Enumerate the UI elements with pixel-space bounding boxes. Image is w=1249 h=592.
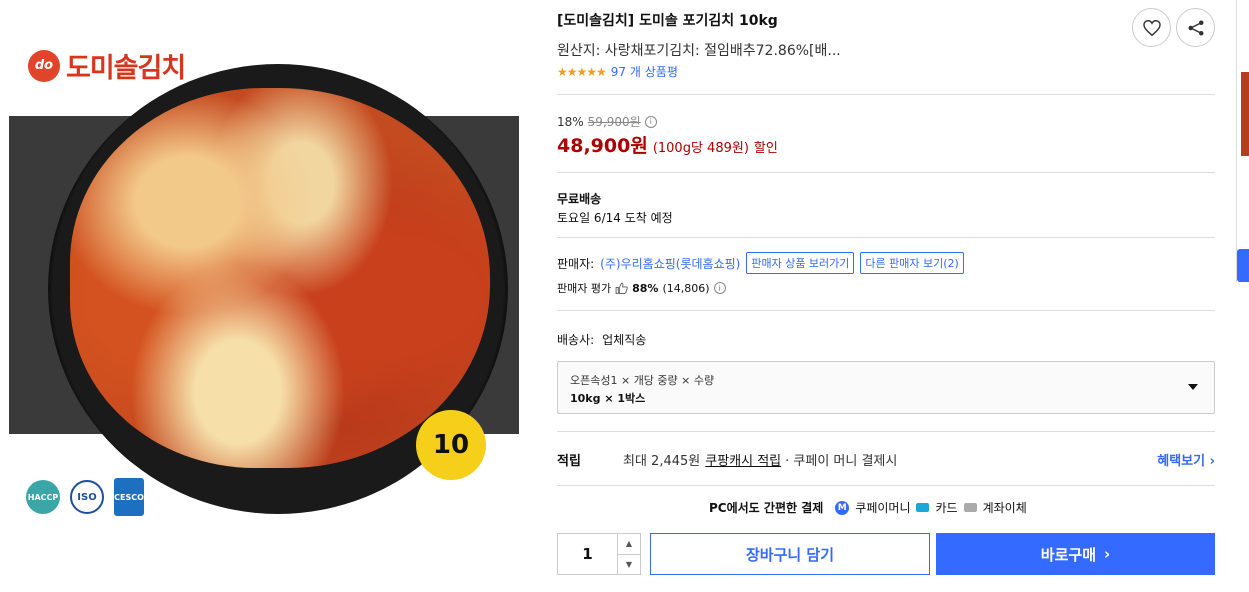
discount-row: 18% 59,900원 i <box>557 113 657 130</box>
certification-logos: HACCP ISO CESCO <box>26 478 144 516</box>
card-icon <box>916 503 930 512</box>
points-amount: 최대 2,445원 <box>623 454 701 469</box>
seller-row: 판매자: (주)우리홈쇼핑(롯데홈쇼핑) 판매자 상품 보러가기 다른 판매자 … <box>557 252 964 274</box>
delivery-date: 토요일 6/14 도착 예정 <box>557 211 673 225</box>
discount-label: 할인 <box>753 141 778 156</box>
cesco-cert-icon: CESCO <box>114 478 144 516</box>
option-label: 오픈속성1 × 개당 중량 × 수량 <box>570 374 715 387</box>
haccp-cert-icon: HACCP <box>26 480 60 514</box>
product-rating: ★★★★★ 97 개 상품평 <box>557 63 678 80</box>
view-seller-products-button[interactable]: 판매자 상품 보러가기 <box>746 252 855 274</box>
divider <box>557 310 1215 311</box>
size-badge: 10 <box>416 410 486 480</box>
option-value: 10kg × 1박스 <box>570 392 646 405</box>
carrier-label: 배송사: <box>557 333 595 347</box>
quantity-arrows: ▲ ▼ <box>618 534 640 574</box>
carrier-value: 업체직송 <box>602 333 647 347</box>
coupay-money-icon: M <box>835 500 850 515</box>
shipping-label: 무료배송 <box>557 192 602 206</box>
points-title: 적립 <box>557 454 581 469</box>
payment-title: PC에서도 간편한 결제 <box>709 501 824 515</box>
unit-price: (100g당 489원) <box>652 141 749 156</box>
info-icon[interactable]: i <box>713 282 726 294</box>
decrement-button[interactable]: ▼ <box>618 555 640 575</box>
thumbs-up-icon <box>615 282 628 294</box>
points-suffix: · 쿠페이 머니 결제시 <box>785 454 898 469</box>
side-panel <box>1236 0 1249 282</box>
brand-logo-name: 도미솔김치 <box>66 53 186 84</box>
quantity-input[interactable]: 1 <box>558 534 618 574</box>
quantity-stepper[interactable]: 1 ▲ ▼ <box>557 533 641 575</box>
points-row: 적립 최대 2,445원 쿠팡캐시 적립 · 쿠페이 머니 결제시 혜택보기 › <box>557 450 1215 469</box>
heart-icon <box>1142 19 1161 36</box>
coupang-cash-link[interactable]: 쿠팡캐시 적립 <box>705 450 781 469</box>
chevron-down-icon <box>1188 384 1198 390</box>
divider <box>557 431 1215 432</box>
seller-rating-label: 판매자 평가 <box>557 282 612 295</box>
review-count-link[interactable]: 97 개 상품평 <box>611 63 678 80</box>
side-panel-button[interactable] <box>1237 249 1249 282</box>
product-origin: 원산지: 사랑채포기김치: 절임배추72.86%[배... <box>557 43 841 59</box>
star-rating-icon: ★★★★★ <box>557 64 607 79</box>
brand-logo-mark: do <box>28 49 60 82</box>
product-title: [도미솔김치] 도미솔 포기김치 10kg <box>557 13 778 29</box>
other-sellers-button[interactable]: 다른 판매자 보기(2) <box>860 252 964 274</box>
payment-method-coupay: 쿠페이머니 <box>855 501 911 515</box>
share-icon <box>1188 20 1203 35</box>
info-icon[interactable]: i <box>644 115 657 128</box>
divider <box>557 485 1215 486</box>
wishlist-button[interactable] <box>1132 8 1171 47</box>
seller-rating-count: (14,806) <box>662 281 710 295</box>
kimchi-photo <box>70 88 490 468</box>
payment-methods: PC에서도 간편한 결제 M 쿠페이머니 카드 계좌이체 <box>709 499 1027 516</box>
buy-now-button[interactable]: 바로구매 › <box>936 533 1215 575</box>
carrier-row: 배송사: 업체직송 <box>557 331 646 348</box>
option-select[interactable]: 오픈속성1 × 개당 중량 × 수량 10kg × 1박스 <box>557 361 1215 414</box>
side-thumbnail[interactable] <box>1241 72 1249 156</box>
iso-cert-icon: ISO <box>70 480 104 514</box>
discount-rate: 18% <box>557 114 584 129</box>
original-price: 59,900원 <box>587 115 641 129</box>
view-benefits-link[interactable]: 혜택보기 › <box>1157 450 1215 469</box>
product-image[interactable]: do 도미솔김치 10 HACCP ISO CESCO <box>0 0 540 592</box>
seller-label: 판매자: <box>557 256 595 271</box>
seller-name-link[interactable]: (주)우리홈쇼핑(롯데홈쇼핑) <box>600 255 740 272</box>
divider <box>557 94 1215 95</box>
brand-logo: do 도미솔김치 <box>28 46 186 85</box>
bank-transfer-icon <box>963 503 977 512</box>
add-to-cart-button[interactable]: 장바구니 담기 <box>650 533 930 575</box>
payment-method-card: 카드 <box>935 501 958 515</box>
payment-method-bank: 계좌이체 <box>982 501 1027 515</box>
seller-rating-percent: 88% <box>632 281 659 295</box>
seller-rating: 판매자 평가 88% (14,806) i <box>557 280 726 296</box>
chevron-right-icon: › <box>1104 545 1111 563</box>
divider <box>557 172 1215 173</box>
increment-button[interactable]: ▲ <box>618 534 640 555</box>
divider <box>557 237 1215 238</box>
price-row: 48,900원 (100g당 489원) 할인 <box>557 131 778 158</box>
buy-now-label: 바로구매 <box>1040 545 1096 564</box>
sale-price: 48,900원 <box>557 135 648 157</box>
share-button[interactable] <box>1176 8 1215 47</box>
